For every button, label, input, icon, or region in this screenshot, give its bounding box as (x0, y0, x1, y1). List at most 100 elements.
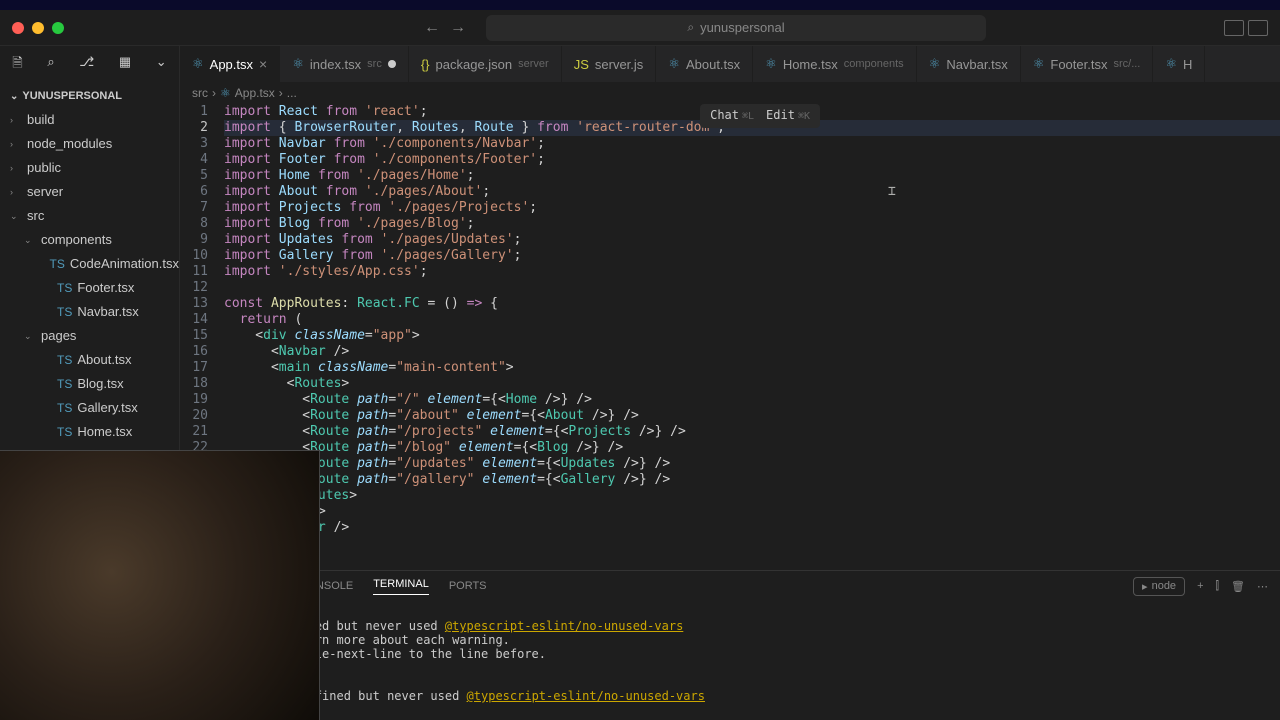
tab-package-json[interactable]: {}package.jsonserver (409, 46, 562, 82)
editor-content[interactable]: Chat⌘L Edit⌘K 12345678910111213141516171… (180, 104, 1280, 570)
code-line[interactable]: <Route path="/updates" element={<Updates… (224, 456, 1280, 472)
maximize-window-button[interactable] (52, 22, 64, 34)
line-number: 5 (180, 168, 208, 184)
chat-button[interactable]: Chat⌘L (710, 107, 754, 125)
close-icon[interactable]: × (259, 56, 267, 72)
code-lines[interactable]: import React from 'react';import { Brows… (224, 104, 1280, 570)
code-line[interactable]: import Updates from './pages/Updates'; (224, 232, 1280, 248)
nav-forward-icon[interactable]: → (450, 19, 466, 37)
tab-label: package.json (436, 57, 513, 72)
tree-item-node_modules[interactable]: ›node_modules (0, 132, 179, 156)
code-line[interactable]: <div className="app"> (224, 328, 1280, 344)
line-number: 10 (180, 248, 208, 264)
code-line[interactable]: <Routes> (224, 376, 1280, 392)
react-icon: ⚛ (192, 56, 204, 72)
source-control-icon[interactable]: ⎇ (79, 54, 94, 76)
tab-h[interactable]: ⚛H (1153, 46, 1205, 82)
tree-item-label: Blog.tsx (77, 374, 123, 394)
toggle-secondary-sidebar-button[interactable] (1248, 20, 1268, 36)
macos-menubar (0, 0, 1280, 10)
tab-ports[interactable]: PORTS (449, 580, 487, 592)
tree-item-about-tsx[interactable]: TSAbout.tsx (0, 348, 179, 372)
line-number: 19 (180, 392, 208, 408)
nav-back-icon[interactable]: ← (424, 19, 440, 37)
code-line[interactable]: import Gallery from './pages/Gallery'; (224, 248, 1280, 264)
tree-item-codeanimation-tsx[interactable]: TSCodeAnimation.tsx (0, 252, 179, 276)
tree-item-components[interactable]: ⌄components (0, 228, 179, 252)
tree-item-blog-tsx[interactable]: TSBlog.tsx (0, 372, 179, 396)
tab-app-tsx[interactable]: ⚛App.tsx× (180, 46, 280, 82)
tree-item-home-tsx[interactable]: TSHome.tsx (0, 420, 179, 444)
tree-item-label: components (41, 230, 112, 250)
code-line[interactable]: <Route path="/" element={<Home />} /> (224, 392, 1280, 408)
tree-item-public[interactable]: ›public (0, 156, 179, 180)
react-icon: ⚛ (220, 86, 231, 100)
code-line[interactable]: <main className="main-content"> (224, 360, 1280, 376)
code-line[interactable]: <Footer /> (224, 520, 1280, 536)
command-center[interactable]: ⌕ yunuspersonal (486, 15, 986, 41)
code-line[interactable]: import Home from './pages/Home'; (224, 168, 1280, 184)
tab-navbar-tsx[interactable]: ⚛Navbar.tsx (917, 46, 1021, 82)
code-line[interactable]: </main> (224, 504, 1280, 520)
typescript-icon: TS (57, 302, 72, 322)
tree-item-navbar-tsx[interactable]: TSNavbar.tsx (0, 300, 179, 324)
edit-button[interactable]: Edit⌘K (766, 107, 810, 125)
terminal-more-button[interactable]: ⋯ (1257, 580, 1268, 593)
code-line[interactable]: <Route path="/blog" element={<Blog />} /… (224, 440, 1280, 456)
tab-index-tsx[interactable]: ⚛index.tsxsrc (280, 46, 409, 82)
code-line[interactable]: </div> (224, 536, 1280, 552)
tab-footer-tsx[interactable]: ⚛Footer.tsxsrc/... (1021, 46, 1154, 82)
editor-area: ⚛App.tsx×⚛index.tsxsrc{}package.jsonserv… (180, 46, 1280, 720)
tab-label: Navbar.tsx (946, 57, 1007, 72)
chevron-right-icon: › (10, 158, 22, 178)
search-activity-icon[interactable]: ⌕ (47, 54, 54, 76)
terminal-split-button[interactable]: ⫿ (1216, 580, 1220, 593)
code-line[interactable]: </Routes> (224, 488, 1280, 504)
breadcrumb[interactable]: src › ⚛ App.tsx › ... (180, 82, 1280, 104)
tab-label: Home.tsx (783, 57, 838, 72)
code-line[interactable]: import Footer from './components/Footer'… (224, 152, 1280, 168)
code-line[interactable]: <Route path="/projects" element={<Projec… (224, 424, 1280, 440)
tab-terminal[interactable]: TERMINAL (373, 578, 429, 595)
code-line[interactable]: import Blog from './pages/Blog'; (224, 216, 1280, 232)
chevron-down-icon[interactable]: ⌄ (156, 54, 167, 76)
code-line[interactable]: <Route path="/gallery" element={<Gallery… (224, 472, 1280, 488)
tree-item-pages[interactable]: ⌄pages (0, 324, 179, 348)
breadcrumb-seg: src (192, 86, 208, 100)
close-window-button[interactable] (12, 22, 24, 34)
terminal-output[interactable]: ut.tsx 'FiMail' is defined but never use… (180, 601, 1280, 720)
tab-about-tsx[interactable]: ⚛About.tsx (656, 46, 753, 82)
code-line[interactable]: const AppRoutes: React.FC = () => { (224, 296, 1280, 312)
tree-item-build[interactable]: ›build (0, 108, 179, 132)
code-line[interactable]: import './styles/App.css'; (224, 264, 1280, 280)
tab-home-tsx[interactable]: ⚛Home.tsxcomponents (753, 46, 917, 82)
project-header[interactable]: ⌄ YUNUSPERSONAL (0, 84, 179, 108)
tab-label: Footer.tsx (1050, 57, 1107, 72)
window-chrome: ← → ⌕ yunuspersonal (0, 10, 1280, 46)
toggle-primary-sidebar-button[interactable] (1224, 20, 1244, 36)
tree-item-label: Gallery.tsx (77, 398, 137, 418)
tab-label: server.js (595, 57, 643, 72)
tabs-bar: ⚛App.tsx×⚛index.tsxsrc{}package.jsonserv… (180, 46, 1280, 82)
extensions-icon[interactable]: ▦ (119, 54, 131, 76)
terminal-shell-select[interactable]: ▸ node (1133, 577, 1185, 596)
code-line[interactable]: return ( (224, 312, 1280, 328)
code-line[interactable]: import Projects from './pages/Projects'; (224, 200, 1280, 216)
terminal-trash-button[interactable]: 🗑 (1231, 580, 1245, 593)
new-terminal-button[interactable]: + (1197, 580, 1203, 592)
minimize-window-button[interactable] (32, 22, 44, 34)
layout-controls (1224, 20, 1268, 36)
tree-item-footer-tsx[interactable]: TSFooter.tsx (0, 276, 179, 300)
tree-item-src[interactable]: ⌄src (0, 204, 179, 228)
code-line[interactable] (224, 280, 1280, 296)
explorer-icon[interactable]: 🗎 (12, 54, 22, 76)
code-line[interactable]: import About from './pages/About'; (224, 184, 1280, 200)
code-line[interactable]: <Route path="/about" element={<About />}… (224, 408, 1280, 424)
tree-item-gallery-tsx[interactable]: TSGallery.tsx (0, 396, 179, 420)
code-line[interactable]: import Navbar from './components/Navbar'… (224, 136, 1280, 152)
tree-item-label: Footer.tsx (77, 278, 134, 298)
bottom-panel: OUTPUT DEBUG CONSOLE TERMINAL PORTS ▸ no… (180, 570, 1280, 720)
code-line[interactable]: <Navbar /> (224, 344, 1280, 360)
tab-server-js[interactable]: JSserver.js (562, 46, 657, 82)
tree-item-server[interactable]: ›server (0, 180, 179, 204)
